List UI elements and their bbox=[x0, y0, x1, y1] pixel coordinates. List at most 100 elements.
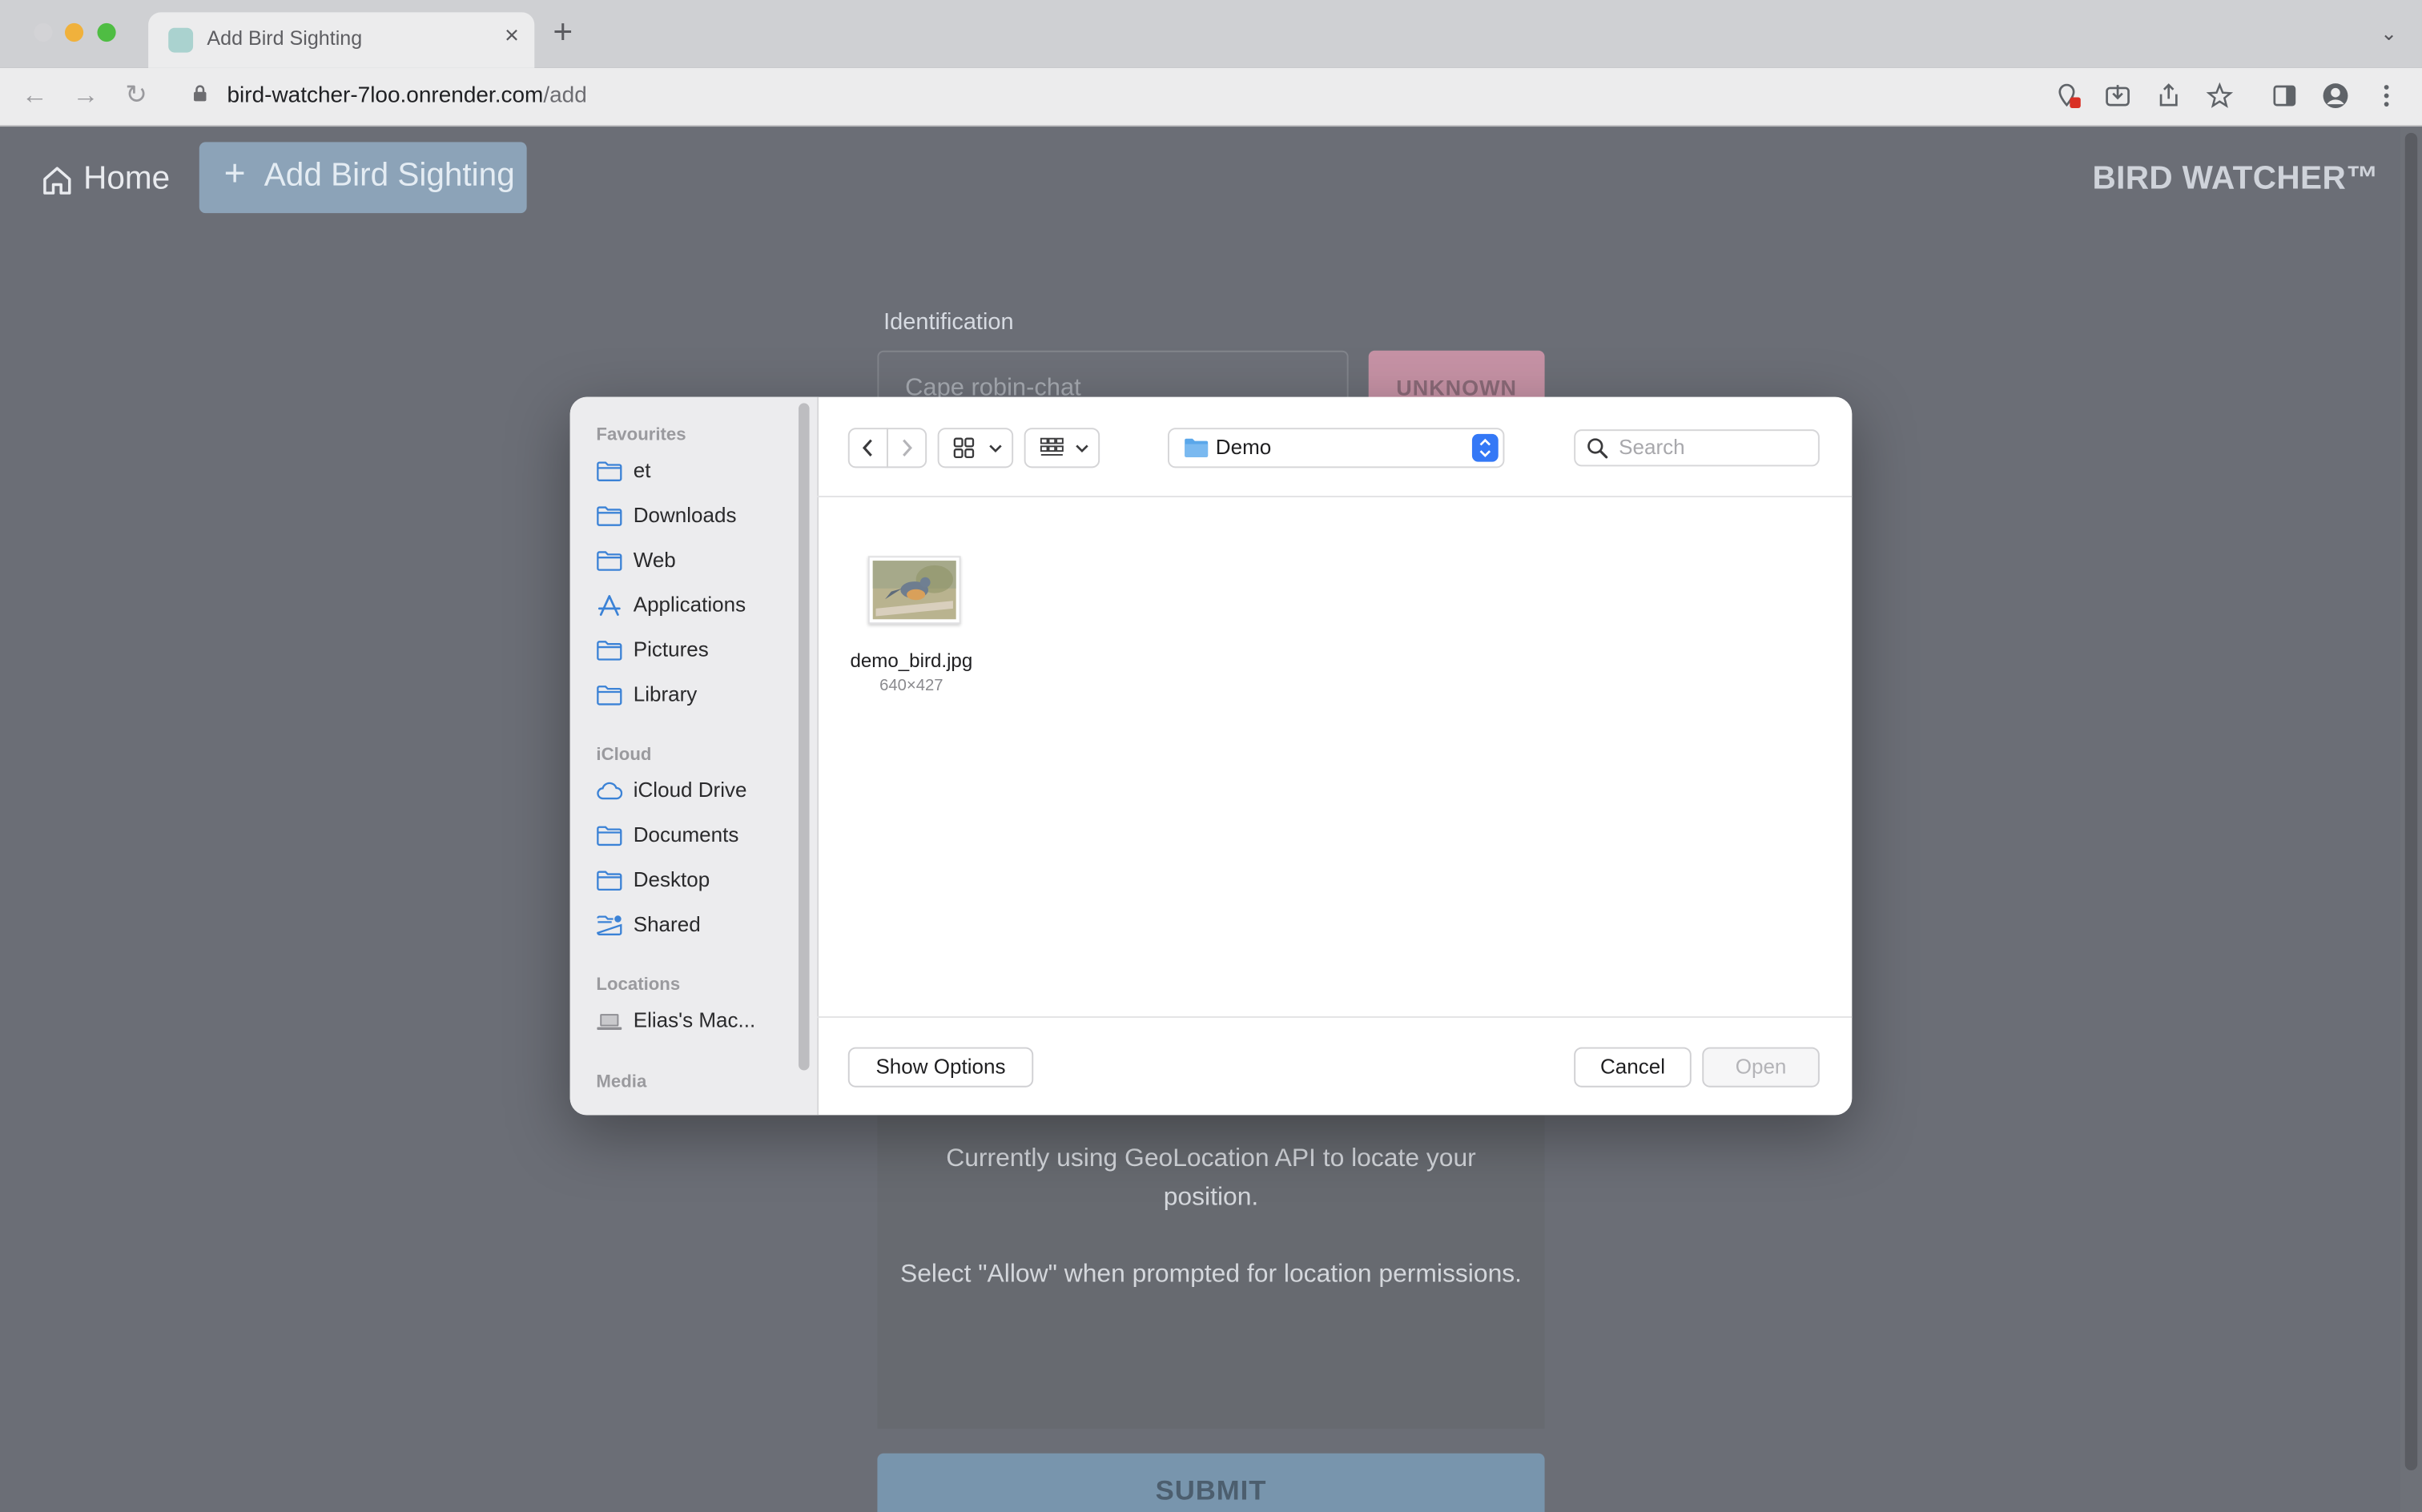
file-item-demo-bird[interactable]: demo_bird.jpg 640×427 bbox=[817, 397, 1005, 706]
sidebar-item-et[interactable]: et bbox=[596, 456, 797, 489]
footer-divider bbox=[817, 1015, 1853, 1018]
sidebar-item-desktop[interactable]: Desktop bbox=[596, 865, 797, 899]
tab-list-chevron-icon[interactable]: ⌄ bbox=[2380, 22, 2397, 46]
sidebar-item-label: Pictures bbox=[633, 637, 709, 662]
sidebar-item-label: Library bbox=[633, 682, 698, 706]
applications-icon bbox=[597, 595, 621, 616]
folder-path-popup[interactable]: Demo bbox=[1167, 428, 1505, 468]
locations-header: Locations bbox=[596, 975, 681, 995]
file-open-dialog: Favourites et Downloads Web Applications… bbox=[569, 396, 1853, 1116]
folder-icon bbox=[597, 871, 622, 891]
dialog-main-pane: Demo Search demo_bird.jpg 640×427 Show O… bbox=[817, 397, 1853, 1116]
group-grid-icon bbox=[1040, 437, 1064, 456]
file-dimensions: 640×427 bbox=[879, 676, 943, 695]
sidebar-item-label: et bbox=[633, 458, 651, 482]
tab-title: Add Bird Sighting bbox=[207, 26, 363, 50]
browser-tab[interactable]: Add Bird Sighting × bbox=[148, 12, 535, 68]
tab-close-icon[interactable]: × bbox=[505, 23, 519, 51]
location-blocked-icon[interactable] bbox=[2054, 82, 2082, 110]
sidebar-item-shared[interactable]: Shared bbox=[596, 910, 797, 943]
folder-icon bbox=[1185, 438, 1209, 457]
search-icon bbox=[1587, 438, 1608, 459]
url-text: bird-watcher-7loo.onrender.com/add bbox=[227, 83, 586, 108]
browser-menu-icon[interactable] bbox=[2372, 82, 2400, 110]
media-header: Media bbox=[596, 1073, 647, 1092]
reload-icon[interactable]: ↻ bbox=[125, 80, 147, 111]
browser-tab-bar: Add Bird Sighting × + ⌄ bbox=[0, 0, 2422, 68]
address-bar[interactable]: bird-watcher-7loo.onrender.com/add bbox=[173, 77, 2104, 115]
sidebar-item-applications[interactable]: Applications bbox=[596, 590, 797, 624]
add-bird-sighting-button[interactable]: + Add Bird Sighting bbox=[199, 142, 527, 214]
search-placeholder: Search bbox=[1619, 435, 1685, 459]
sidebar-item-label: Web bbox=[633, 548, 676, 572]
cloud-icon bbox=[597, 782, 623, 800]
sidebar-scrollbar[interactable] bbox=[799, 403, 810, 1071]
current-folder-name: Demo bbox=[1215, 435, 1272, 459]
geolocation-panel: Currently using GeoLocation API to locat… bbox=[877, 1080, 1545, 1429]
lock-icon bbox=[194, 85, 207, 102]
sidebar-item-mac[interactable]: Elias's Mac... bbox=[596, 1005, 797, 1039]
geolocation-permission-text: Select "Allow" when prompted for locatio… bbox=[899, 1260, 1523, 1289]
image-thumbnail bbox=[867, 556, 961, 625]
new-tab-button[interactable]: + bbox=[553, 14, 573, 48]
laptop-icon bbox=[597, 1014, 622, 1030]
submit-label: SUBMIT bbox=[1155, 1474, 1267, 1506]
home-label: Home bbox=[83, 160, 171, 196]
sidebar-item-label: Documents bbox=[633, 822, 739, 846]
file-name: demo_bird.jpg bbox=[850, 649, 973, 672]
group-by-button[interactable] bbox=[1024, 428, 1100, 468]
show-options-button[interactable]: Show Options bbox=[847, 1047, 1034, 1088]
favourites-header: Favourites bbox=[596, 426, 686, 445]
icloud-header: iCloud bbox=[596, 746, 652, 765]
bird-photo-icon bbox=[872, 561, 956, 620]
cancel-button[interactable]: Cancel bbox=[1574, 1047, 1692, 1088]
sidebar-item-icloud-drive[interactable]: iCloud Drive bbox=[596, 775, 797, 809]
open-button[interactable]: Open bbox=[1702, 1047, 1820, 1088]
sidebar-item-label: Shared bbox=[633, 912, 701, 936]
sidebar-item-pictures[interactable]: Pictures bbox=[596, 635, 797, 669]
plus-icon: + bbox=[223, 152, 246, 195]
sidebar-item-documents[interactable]: Documents bbox=[596, 820, 797, 854]
page-scrollbar-thumb[interactable] bbox=[2404, 132, 2418, 1470]
bookmark-star-icon[interactable] bbox=[2206, 82, 2234, 110]
sidebar-item-web[interactable]: Web bbox=[596, 545, 797, 579]
profile-avatar-icon[interactable] bbox=[2322, 82, 2350, 110]
page-scrollbar[interactable] bbox=[2400, 127, 2422, 1512]
window-zoom-button[interactable] bbox=[97, 22, 116, 42]
shared-folder-icon bbox=[597, 915, 622, 935]
sidebar-item-label: Applications bbox=[633, 593, 746, 617]
folder-icon bbox=[597, 826, 622, 846]
folder-icon bbox=[597, 461, 622, 481]
sidebar-item-label: Elias's Mac... bbox=[633, 1008, 756, 1032]
dialog-sidebar: Favourites et Downloads Web Applications… bbox=[569, 396, 819, 1116]
chevron-down-icon bbox=[1076, 444, 1088, 453]
folder-icon bbox=[597, 641, 622, 661]
tab-favicon-icon bbox=[168, 27, 194, 53]
side-panel-icon[interactable] bbox=[2271, 82, 2299, 110]
install-app-icon[interactable] bbox=[2104, 82, 2132, 110]
geolocation-status-text: Currently using GeoLocation API to locat… bbox=[946, 1144, 1476, 1211]
identification-label: Identification bbox=[883, 308, 1014, 336]
sidebar-item-label: iCloud Drive bbox=[633, 778, 747, 802]
window-close-button[interactable] bbox=[34, 22, 53, 42]
browser-toolbar: ← → ↻ bird-watcher-7loo.onrender.com/add bbox=[0, 67, 2422, 127]
submit-button[interactable]: SUBMIT bbox=[877, 1453, 1545, 1512]
forward-arrow-icon[interactable]: → bbox=[73, 80, 99, 111]
folder-icon bbox=[597, 506, 622, 526]
sidebar-item-library[interactable]: Library bbox=[596, 680, 797, 714]
window-minimize-button[interactable] bbox=[64, 22, 84, 42]
url-path: /add bbox=[543, 83, 587, 108]
search-field[interactable]: Search bbox=[1574, 429, 1820, 467]
back-arrow-icon[interactable]: ← bbox=[22, 80, 48, 111]
share-icon[interactable] bbox=[2154, 82, 2183, 110]
add-bird-sighting-label: Add Bird Sighting bbox=[264, 157, 515, 194]
brand-logo-text: BIRD WATCHER™ bbox=[2092, 160, 2379, 196]
sidebar-item-label: Desktop bbox=[633, 867, 710, 891]
folder-icon bbox=[597, 686, 622, 706]
sidebar-item-label: Downloads bbox=[633, 503, 737, 527]
url-host: bird-watcher-7loo.onrender.com bbox=[227, 83, 544, 108]
sidebar-item-downloads[interactable]: Downloads bbox=[596, 501, 797, 534]
folder-icon bbox=[597, 551, 622, 571]
popup-stepper-icon bbox=[1471, 433, 1499, 462]
home-icon bbox=[43, 167, 71, 195]
